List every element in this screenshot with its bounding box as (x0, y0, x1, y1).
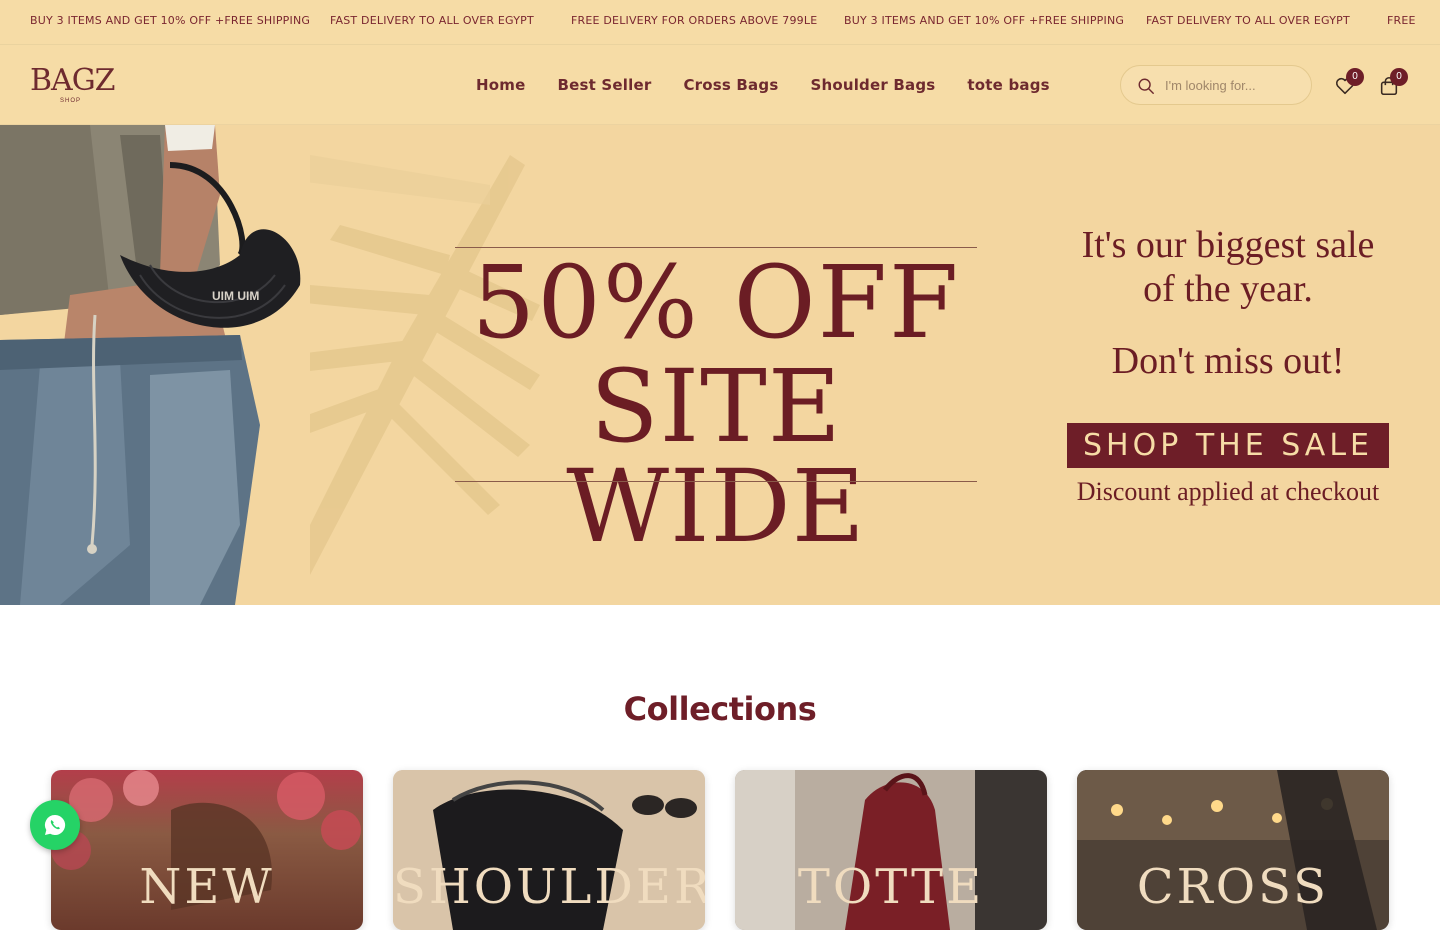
nav-cross-bags[interactable]: Cross Bags (683, 76, 778, 94)
shop-the-sale-button[interactable]: SHOP THE SALE (1067, 423, 1389, 468)
nav-shoulder-bags[interactable]: Shoulder Bags (810, 76, 935, 94)
announcement-message: FREE (1387, 14, 1416, 27)
hero-dont-miss-text: Don't miss out! (1111, 340, 1345, 382)
whatsapp-chat-button[interactable] (30, 800, 80, 850)
wishlist-button[interactable]: 0 (1334, 68, 1364, 97)
hero-headline-line1: 50% OFF (471, 244, 961, 361)
wishlist-count-badge: 0 (1346, 68, 1364, 86)
search-box (1120, 65, 1312, 105)
brand-logo[interactable]: BAGZ SHOP (30, 63, 116, 107)
cart-button[interactable]: 0 (1378, 68, 1408, 97)
hero-sale-text: It's our biggest sale of the year. (1081, 224, 1375, 310)
logo-wordmark: BAGZ (30, 63, 116, 98)
site-header: BAGZ SHOP Home Best Seller Cross Bags Sh… (0, 45, 1440, 125)
bag-logo-text: UIM UIM (212, 289, 259, 303)
announcement-bar: BUY 3 ITEMS AND GET 10% OFF +FREE SHIPPI… (0, 0, 1440, 45)
collections-title: Collections (623, 690, 817, 728)
collection-label: CROSS (1136, 859, 1330, 915)
search-input[interactable] (1165, 74, 1305, 96)
nav-tote-bags[interactable]: tote bags (967, 76, 1049, 94)
announcement-message: BUY 3 ITEMS AND GET 10% OFF +FREE SHIPPI… (844, 14, 1125, 27)
collection-card-cross[interactable]: CROSS (1077, 770, 1389, 930)
nav-best-seller[interactable]: Best Seller (557, 76, 651, 94)
nav-home[interactable]: Home (476, 76, 525, 94)
hero-discount-note: Discount applied at checkout (1076, 477, 1380, 506)
announcement-message: FAST DELIVERY TO ALL OVER EGYPT (330, 14, 534, 27)
hero-model-photo: UIM UIM (0, 125, 310, 605)
hero-banner[interactable]: UIM UIM 50% OFF SITE WIDE It's our bigge… (0, 125, 1440, 605)
cart-count-badge: 0 (1390, 68, 1408, 86)
hero-headline-line2: SITE WIDE (566, 348, 866, 565)
whatsapp-icon (44, 814, 66, 835)
logo-subtext: SHOP (60, 98, 82, 104)
collection-label: NEW (139, 859, 275, 915)
search-icon[interactable] (1137, 77, 1155, 95)
collection-card-new[interactable]: NEW (51, 770, 363, 930)
headline-bottom-rule (455, 481, 977, 482)
collection-card-shoulder[interactable]: SHOULDER (393, 770, 705, 930)
collection-card-totte[interactable]: TOTTE (735, 770, 1047, 930)
announcement-message: FREE DELIVERY FOR ORDERS ABOVE 799LE (571, 14, 818, 27)
main-nav: Home Best Seller Cross Bags Shoulder Bag… (460, 45, 1066, 125)
collection-label: SHOULDER (393, 859, 705, 915)
announcement-message: FAST DELIVERY TO ALL OVER EGYPT (1146, 14, 1350, 27)
announcement-message: BUY 3 ITEMS AND GET 10% OFF +FREE SHIPPI… (30, 14, 311, 27)
collection-label: TOTTE (797, 859, 985, 915)
